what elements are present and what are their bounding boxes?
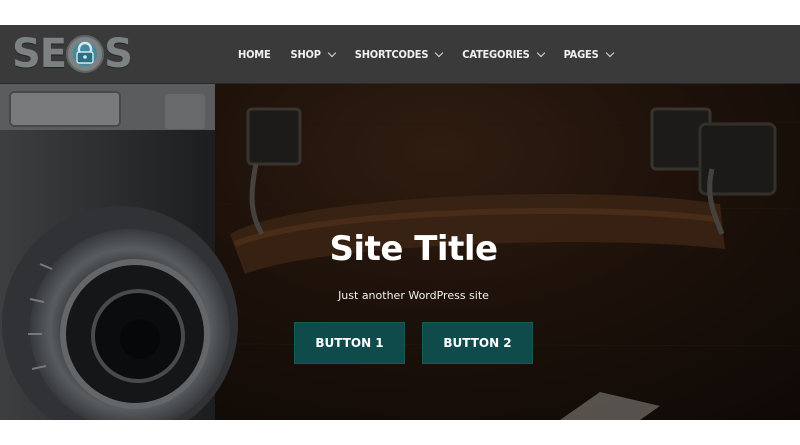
- nav-item-shortcodes[interactable]: SHORTCODES: [354, 47, 444, 61]
- chevron-down-icon: [605, 48, 614, 57]
- logo-text-left: SE: [12, 31, 67, 77]
- nav-item-categories[interactable]: CATEGORIES: [462, 47, 545, 61]
- site-tagline: Just another WordPress site: [338, 289, 489, 302]
- top-navbar: SE S HOME SHOP SHORTCODES CATEGORIES PAG…: [0, 25, 800, 84]
- main-menu: HOME SHOP SHORTCODES CATEGORIES PAGES: [238, 25, 633, 83]
- site-logo[interactable]: SE S: [12, 31, 133, 77]
- nav-item-label: PAGES: [563, 47, 599, 61]
- nav-item-home[interactable]: HOME: [238, 48, 271, 61]
- chevron-down-icon: [327, 48, 337, 57]
- nav-item-shop[interactable]: SHOP: [290, 47, 337, 61]
- hero-content: Site Title Just another WordPress site B…: [0, 84, 800, 420]
- button-1[interactable]: BUTTON 1: [294, 322, 405, 364]
- nav-item-label: CATEGORIES: [462, 47, 530, 61]
- nav-item-label: SHORTCODES: [354, 47, 429, 61]
- hero-banner: Site Title Just another WordPress site B…: [0, 84, 800, 420]
- page-frame: SE S HOME SHOP SHORTCODES CATEGORIES PAG…: [0, 25, 800, 420]
- logo-text-right: S: [104, 31, 133, 77]
- nav-item-label: HOME: [238, 47, 271, 61]
- nav-item-label: SHOP: [290, 47, 321, 61]
- chevron-down-icon: [435, 48, 444, 57]
- nav-item-pages[interactable]: PAGES: [563, 47, 614, 61]
- button-2[interactable]: BUTTON 2: [422, 322, 533, 364]
- lock-globe-icon: [64, 33, 106, 75]
- site-title: Site Title: [329, 229, 498, 269]
- chevron-down-icon: [536, 48, 545, 57]
